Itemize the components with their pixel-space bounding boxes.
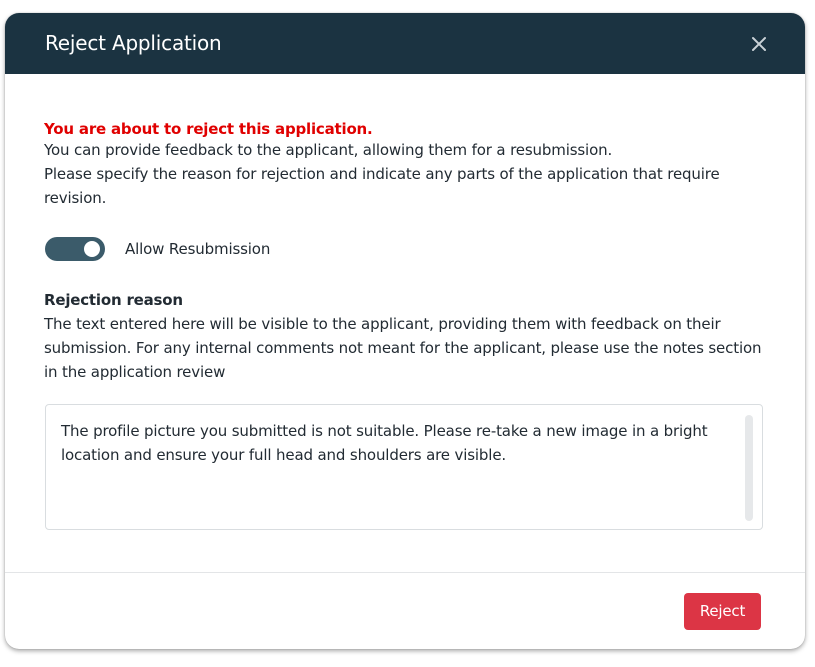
intro-line-reason: Please specify the reason for rejection …	[44, 165, 720, 207]
textarea-scrollbar[interactable]	[745, 415, 753, 521]
allow-resubmission-label[interactable]: Allow Resubmission	[125, 240, 270, 258]
dialog-body: You are about to reject this application…	[5, 74, 805, 572]
reject-application-dialog: Reject Application You are about to reje…	[5, 13, 805, 649]
rejection-reason-description: The text entered here will be visible to…	[44, 315, 762, 381]
dialog-title: Reject Application	[45, 31, 222, 55]
allow-resubmission-toggle[interactable]	[45, 237, 105, 261]
close-button[interactable]	[749, 34, 769, 54]
intro-line-feedback: You can provide feedback to the applican…	[44, 141, 613, 159]
allow-resubmission-row: Allow Resubmission	[45, 237, 270, 261]
intro-text: You can provide feedback to the applican…	[44, 138, 764, 210]
rejection-reason-title: Rejection reason	[44, 291, 183, 309]
footer-divider	[5, 572, 805, 573]
dialog-header: Reject Application	[5, 13, 805, 74]
rejection-reason-textarea[interactable]: The profile picture you submitted is not…	[45, 404, 763, 530]
rejection-reason-value[interactable]: The profile picture you submitted is not…	[61, 419, 731, 467]
close-icon	[752, 37, 766, 51]
toggle-knob	[84, 241, 100, 257]
reject-button[interactable]: Reject	[684, 593, 761, 630]
